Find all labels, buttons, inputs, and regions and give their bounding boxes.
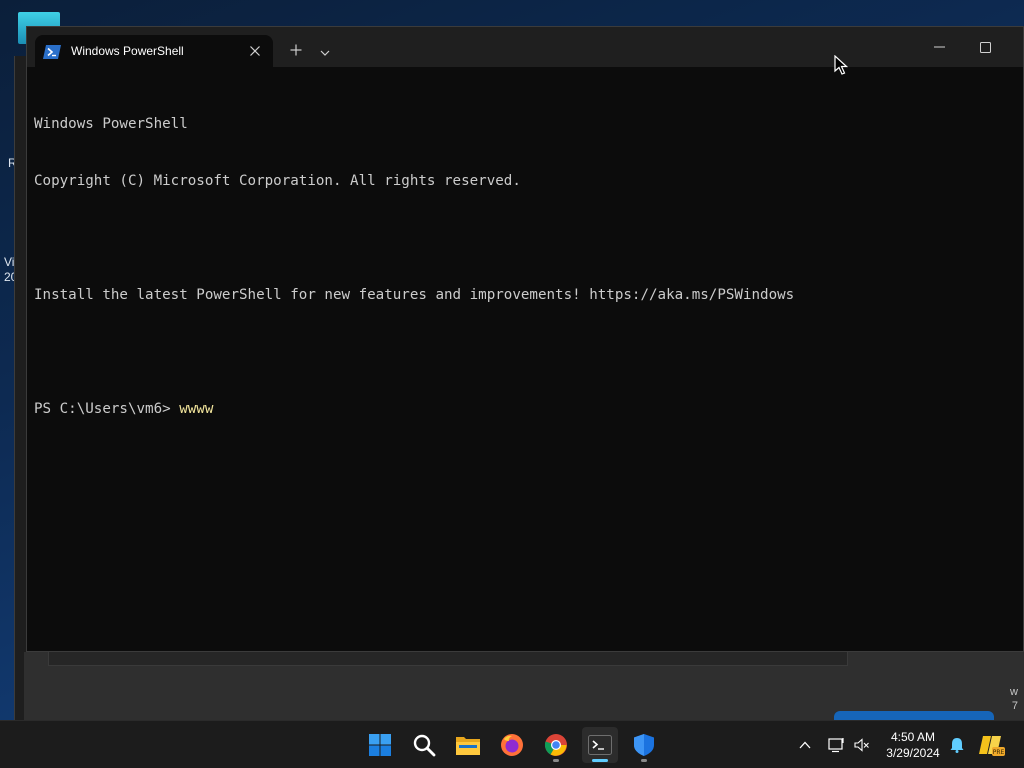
close-tab-icon[interactable]	[247, 43, 263, 59]
clock-date: 3/29/2024	[886, 746, 940, 760]
clock[interactable]: 4:50 AM 3/29/2024	[878, 729, 948, 761]
output-line: Install the latest PowerShell for new fe…	[34, 287, 795, 303]
typed-command[interactable]: wwww	[179, 401, 213, 417]
background-window-bar	[48, 652, 848, 666]
plus-icon	[290, 44, 302, 56]
svg-text:PRE: PRE	[993, 749, 1005, 756]
terminal-button[interactable]	[582, 727, 618, 763]
running-indicator	[641, 759, 647, 762]
shield-icon	[634, 734, 654, 756]
chrome-icon	[544, 734, 567, 756]
chevron-up-icon	[799, 741, 811, 749]
clock-time: 4:50 AM	[890, 730, 936, 744]
network-button[interactable]	[826, 721, 848, 768]
copilot-icon: PRE	[979, 736, 1005, 756]
show-hidden-icons-button[interactable]	[794, 721, 816, 768]
search-icon	[413, 734, 436, 757]
background-text-fragment: 7	[1011, 700, 1018, 712]
search-button[interactable]	[406, 727, 442, 763]
terminal-icon	[588, 735, 612, 755]
maximize-icon	[979, 41, 991, 53]
title-bar[interactable]: Windows PowerShell	[27, 27, 1023, 67]
speaker-muted-icon	[854, 738, 869, 752]
mouse-cursor-icon	[834, 55, 848, 75]
chevron-down-icon	[320, 50, 330, 56]
terminal-window[interactable]: Windows PowerShell Windows PowerShell Co…	[26, 26, 1024, 652]
prompt-text: PS C:\Users\vm6>	[34, 401, 180, 417]
notifications-button[interactable]	[946, 721, 968, 768]
firefox-icon	[501, 734, 523, 756]
folder-icon	[456, 737, 480, 755]
defender-button[interactable]	[626, 727, 662, 763]
powershell-icon	[43, 44, 61, 59]
background-text-fragment: w	[1010, 686, 1018, 698]
active-indicator	[592, 759, 608, 762]
taskbar: 4:50 AM 3/29/2024 PRE	[0, 720, 1024, 768]
tab-dropdown-button[interactable]	[313, 39, 337, 63]
tab-windows-powershell[interactable]: Windows PowerShell	[35, 35, 273, 67]
prompt-line[interactable]: PS C:\Users\vm6> wwww	[34, 400, 1023, 419]
minimize-button[interactable]	[916, 33, 962, 61]
bell-icon	[950, 738, 964, 753]
desktop-label-fragment: Vi	[4, 255, 15, 269]
copilot-button[interactable]: PRE	[977, 721, 1007, 768]
network-icon	[828, 738, 844, 753]
chrome-button[interactable]	[538, 727, 574, 763]
output-line: Copyright (C) Microsoft Corporation. All…	[34, 173, 521, 189]
minimize-icon	[933, 46, 945, 48]
output-line: Windows PowerShell	[34, 116, 188, 132]
windows-logo-icon	[369, 734, 391, 756]
running-indicator	[553, 759, 559, 762]
firefox-button[interactable]	[494, 727, 530, 763]
volume-button[interactable]	[851, 721, 873, 768]
start-button[interactable]	[362, 727, 398, 763]
new-tab-button[interactable]	[284, 39, 308, 63]
terminal-output[interactable]: Windows PowerShell Copyright (C) Microso…	[34, 77, 1023, 651]
file-explorer-button[interactable]	[450, 727, 486, 763]
maximize-button[interactable]	[962, 33, 1008, 61]
tab-title: Windows PowerShell	[71, 44, 184, 58]
